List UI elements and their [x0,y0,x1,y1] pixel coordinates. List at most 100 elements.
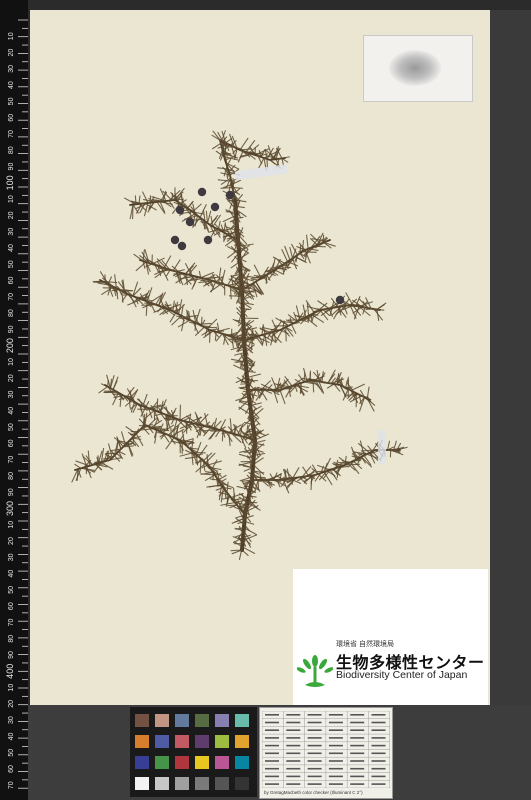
table-cell-value [286,775,301,778]
ruler-label: 400 [5,664,15,679]
needle [327,369,336,384]
needle [306,302,310,317]
needle [321,371,324,383]
berry-cone [335,295,345,305]
table-cell-value [371,721,386,724]
table-cell-value [350,783,365,785]
ruler-label: 70 [8,781,15,789]
needle [226,504,238,507]
needle [203,277,216,280]
ruler-label: 90 [8,325,15,333]
color-patch [195,735,209,748]
color-patch [235,756,249,769]
table-cell-value [265,783,279,785]
table-cell-value [307,737,322,739]
needle [344,393,360,396]
table-cell-value [286,767,301,770]
table-cell-value [265,729,279,731]
needle [132,204,139,214]
table-cell-value [328,737,343,739]
ruler-label: 40 [8,81,15,89]
ruler-label: 70 [8,618,15,626]
table-cell-value [371,752,386,755]
table-cell-value [371,714,386,716]
color-value-table [262,711,390,788]
ruler-label: 10 [8,195,15,203]
berry-cone [170,235,180,245]
ruler-label: 60 [8,765,15,773]
color-patch [235,735,249,748]
table-cell-value [307,744,322,747]
specimen-envelope [363,35,473,102]
berry-cone [185,217,195,227]
ruler-label: 50 [8,586,15,594]
berry-cone [203,235,213,245]
mounting-tape [378,430,386,464]
needle [87,450,91,467]
needle [199,204,207,219]
color-patch [215,756,229,769]
color-patch [235,714,249,727]
table-cell-value [328,775,343,778]
mounting-tape [234,164,288,181]
color-patch [195,714,209,727]
table-cell-value [328,729,343,731]
needle [295,305,301,321]
needle [285,326,294,337]
ruler-label: 30 [8,65,15,73]
ruler-label: 200 [5,338,15,353]
color-patch [215,735,229,748]
needle [237,245,240,254]
needle [107,276,112,285]
needle [146,287,153,302]
table-cell-value [328,744,343,747]
table-cell-value [265,752,279,755]
ruler-label: 80 [8,472,15,480]
needle [74,463,82,469]
needle [125,426,137,435]
needle [306,234,309,250]
needle [199,458,202,474]
needle [198,322,212,325]
needle [289,246,294,259]
needle [366,386,370,400]
needle [241,549,249,556]
needle [322,382,332,385]
ruler-label: 70 [8,293,15,301]
ruler-label: 10 [8,684,15,692]
ruler-label: 100 [5,175,15,190]
ruler-label: 40 [8,407,15,415]
table-cell-value [265,775,279,778]
needle [218,267,222,284]
needle [225,137,233,144]
table-cell-value [265,767,279,770]
table-cell-value [307,714,322,716]
needle [226,491,229,504]
needle [350,383,365,392]
needle [226,481,229,494]
table-cell-value [350,760,365,762]
table-cell-value [350,721,365,724]
needle [290,323,297,334]
ruler-label: 20 [8,700,15,708]
color-patch [135,756,149,769]
needle [273,389,279,404]
table-cell-value [328,760,343,762]
ministry-label: 環境省 自然環境局 [336,641,394,648]
reference-caption: by GretagMacbeth color checker (Illumina… [264,790,363,795]
table-cell-value [307,767,322,770]
center-name-english: Biodiversity Center of Japan [336,669,468,681]
needle [225,211,237,213]
color-checker-chart [130,707,257,797]
color-patch [155,735,169,748]
ruler-label: 60 [8,114,15,122]
needle [220,186,234,189]
needle [182,417,190,422]
color-reference-card: by GretagMacbeth color checker (Illumina… [259,707,393,799]
table-cell-value [371,767,386,770]
ruler-label: 30 [8,553,15,561]
needle [279,389,286,405]
table-cell-value [286,721,301,724]
color-patch [135,777,149,790]
needle [270,328,281,331]
